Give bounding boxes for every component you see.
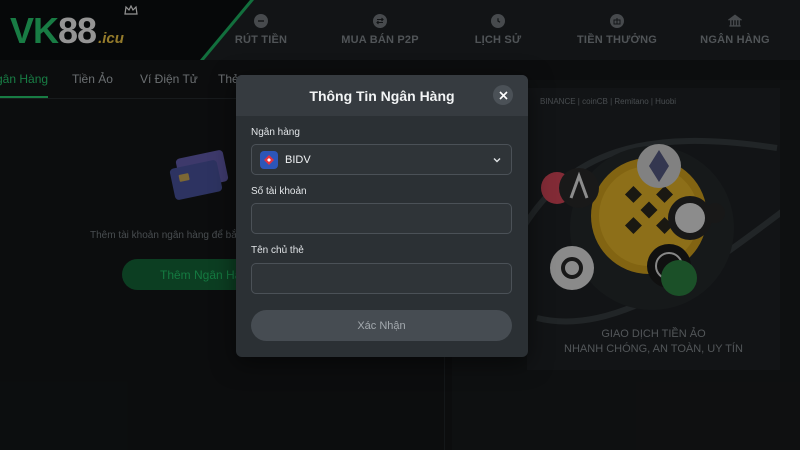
account-number-input[interactable] xyxy=(251,203,512,234)
close-icon xyxy=(498,90,508,100)
card-holder-input[interactable] xyxy=(251,263,512,294)
selected-bank: BIDV xyxy=(285,154,311,166)
card-holder-label: Tên chủ thẻ xyxy=(251,245,304,256)
bidv-logo-icon xyxy=(260,151,278,169)
bank-info-modal: Thông Tin Ngân Hàng Ngân hàng BIDV Số tà… xyxy=(236,75,528,357)
chevron-down-icon xyxy=(493,158,501,163)
modal-title: Thông Tin Ngân Hàng xyxy=(309,88,455,104)
confirm-button[interactable]: Xác Nhận xyxy=(251,310,512,341)
close-button[interactable] xyxy=(493,85,513,105)
account-number-label: Số tài khoản xyxy=(251,186,307,197)
bank-select[interactable]: BIDV xyxy=(251,144,512,175)
bank-label: Ngân hàng xyxy=(251,127,300,138)
